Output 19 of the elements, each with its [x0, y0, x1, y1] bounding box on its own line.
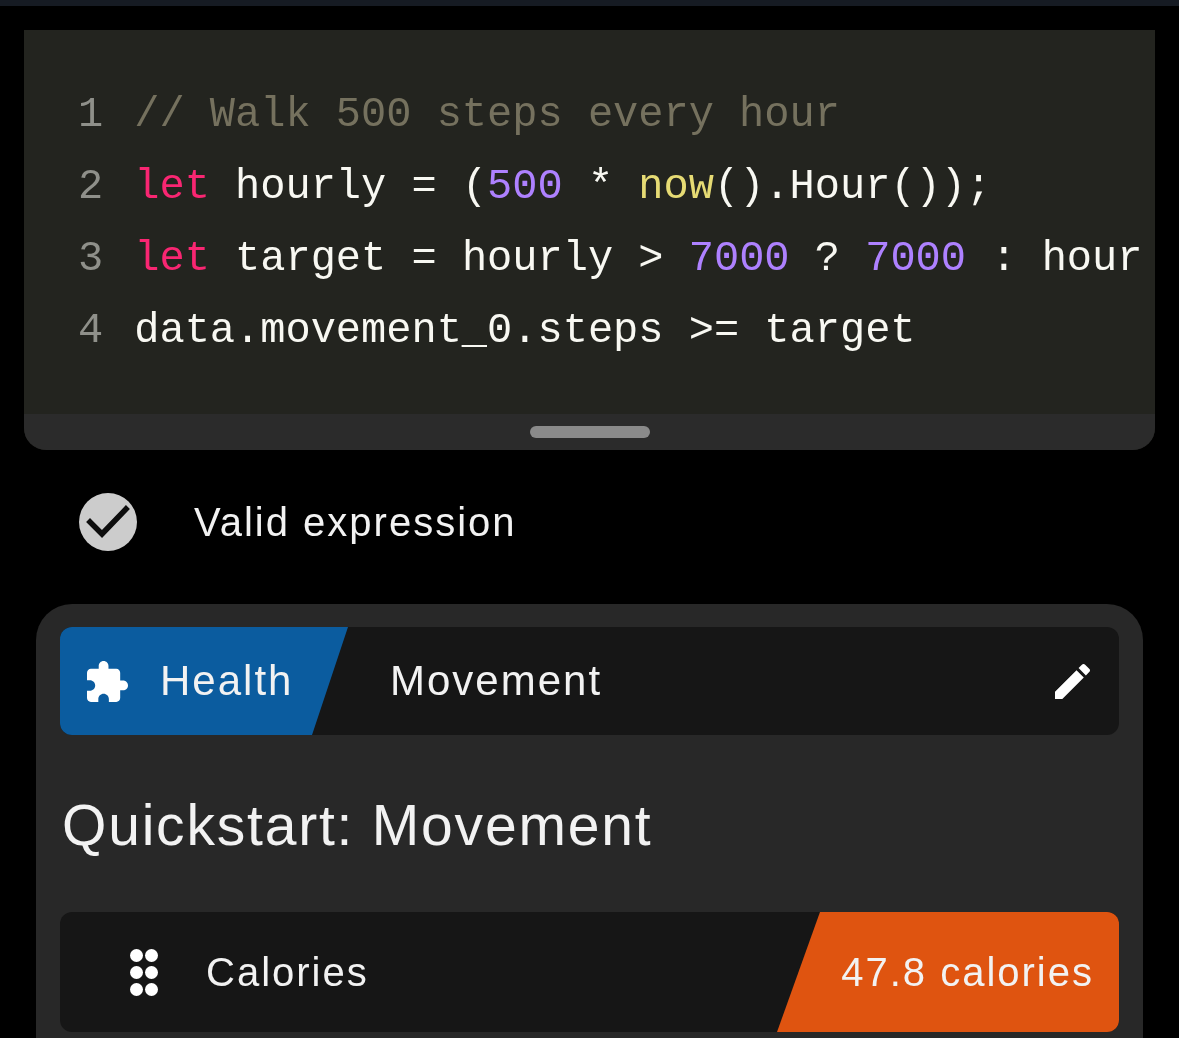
line-number: 2 — [78, 162, 104, 213]
line-number: 1 — [78, 90, 104, 141]
puzzle-icon — [87, 660, 128, 702]
component-name: Movement — [390, 657, 604, 705]
code-line: let hourly = (500 * now().Hour()); — [134, 162, 992, 213]
category-label: Health — [160, 657, 294, 705]
card-title: Quickstart: Movement — [61, 792, 653, 858]
line-number: 3 — [78, 234, 104, 285]
code-editor[interactable]: 1 // Walk 500 steps every hour 2 let hourly = (500 * now().Hour()); 3 let target = hourly > 7000 ? 7000 : hour 4 data.movement_0.steps >= target — [24, 30, 1155, 450]
validation-message: Valid expression — [194, 499, 517, 545]
line-number: 4 — [78, 306, 104, 357]
metric-label: Calories — [206, 949, 370, 995]
code-line: data.movement_0.steps >= target — [134, 306, 916, 357]
code-line: // Walk 500 steps every hour — [134, 90, 840, 141]
grip-icon[interactable] — [130, 948, 158, 996]
value-badge: 47.8 calories — [777, 912, 1119, 1032]
pencil-icon[interactable] — [1055, 663, 1090, 699]
code-line: let target = hourly > 7000 ? 7000 : hour — [134, 234, 1143, 285]
drag-handle[interactable] — [529, 426, 650, 438]
